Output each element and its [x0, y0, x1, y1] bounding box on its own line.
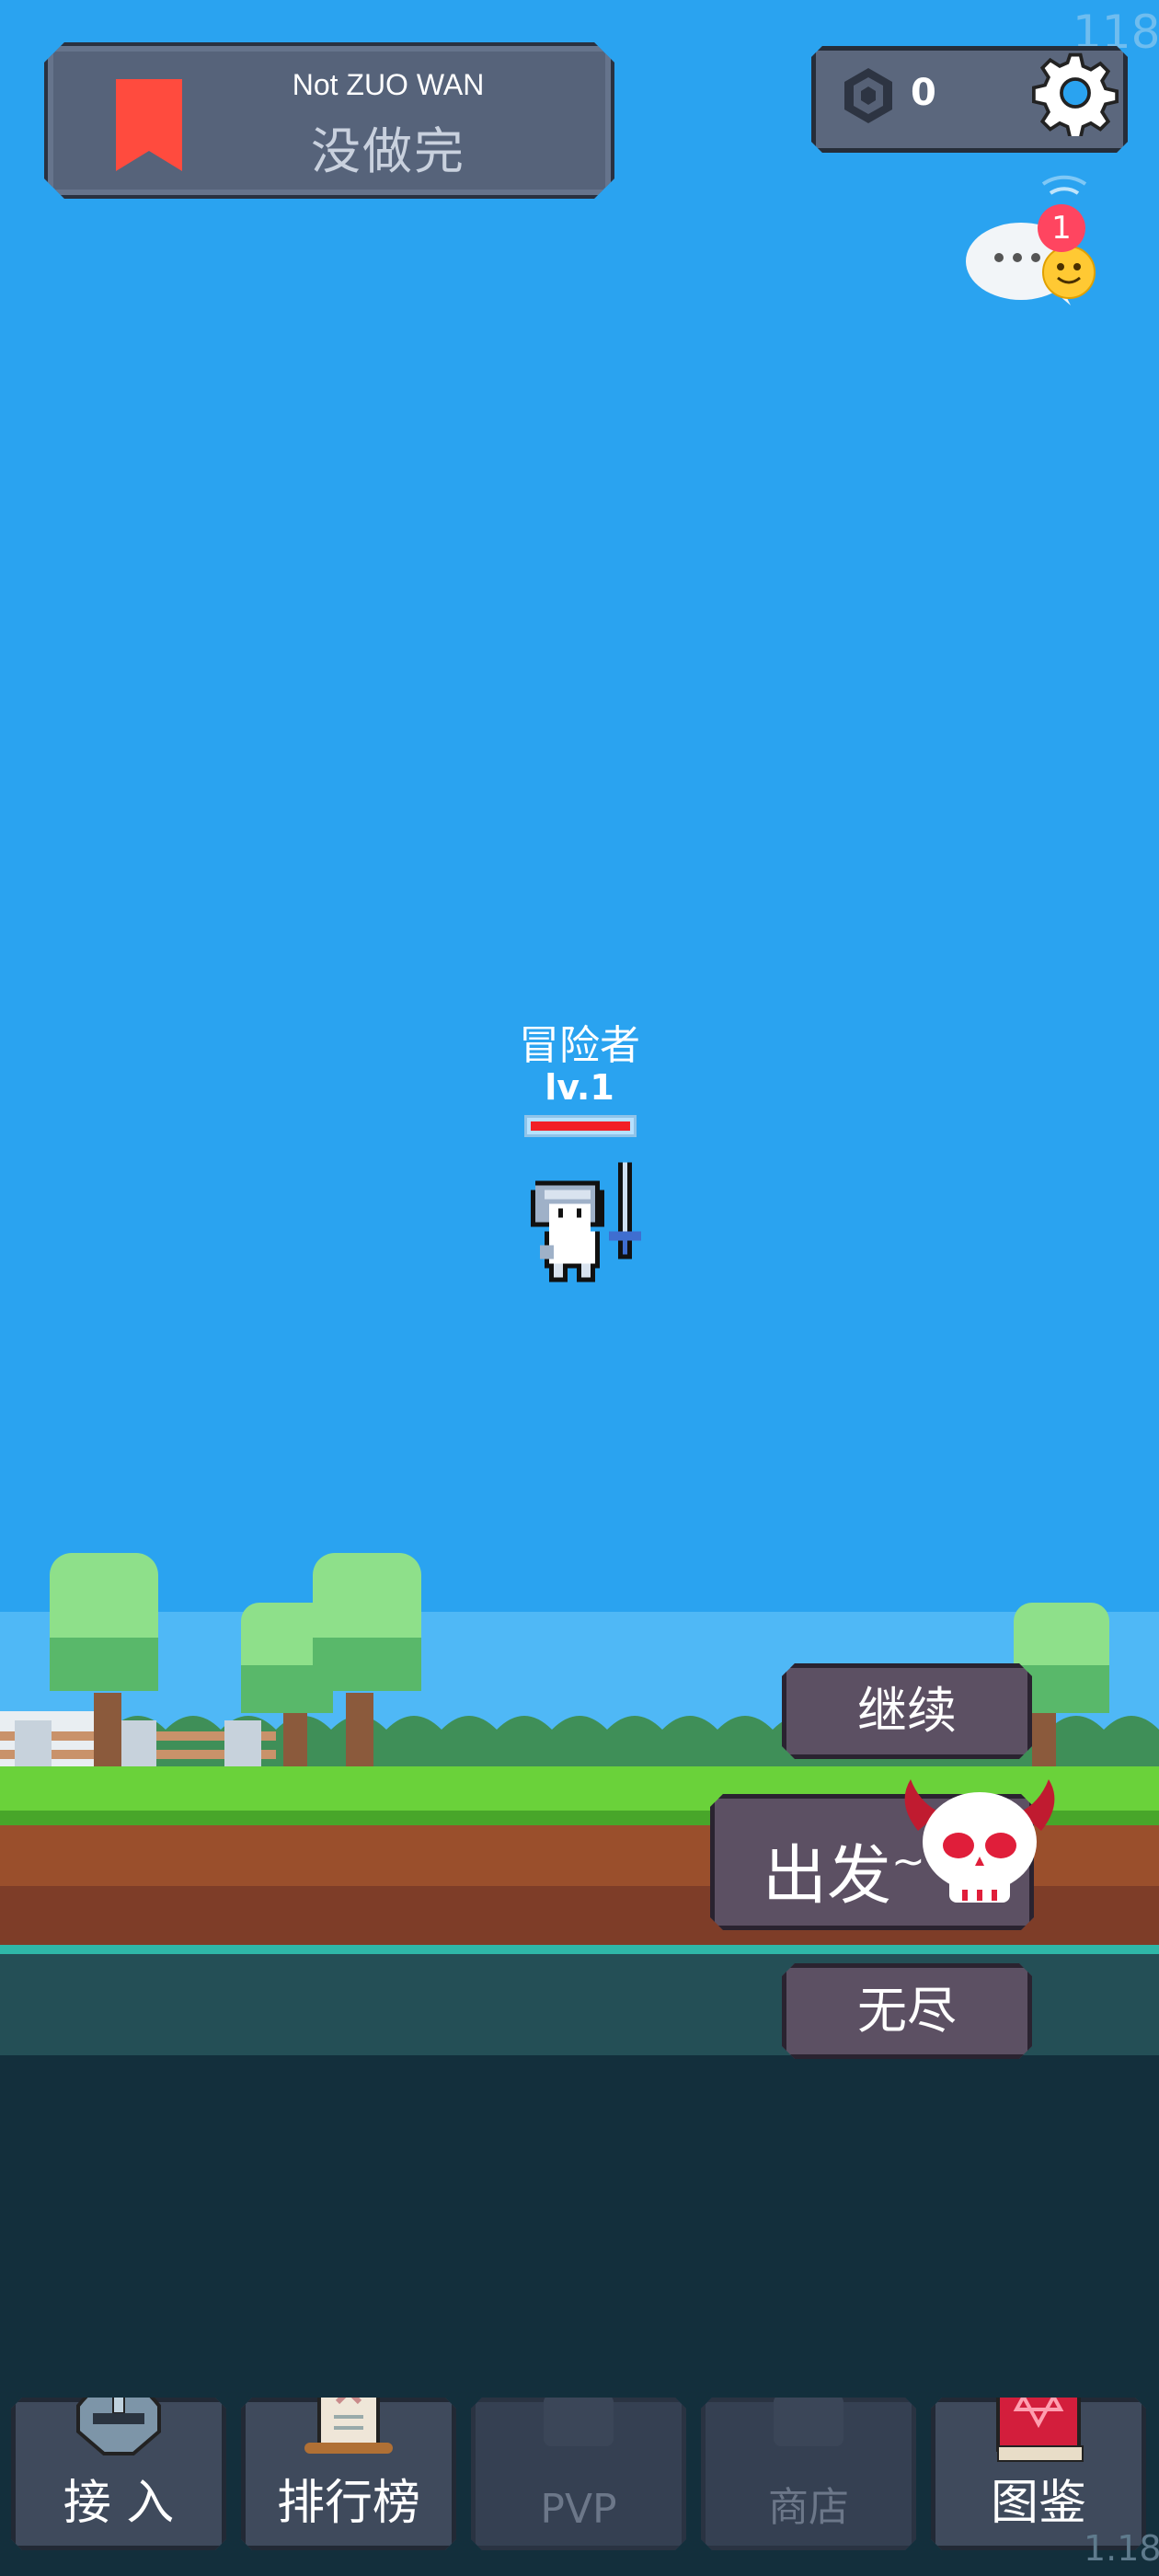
bookmark-icon: [116, 79, 182, 171]
title-banner: Not ZUO WAN 没做完: [44, 42, 614, 199]
depart-label: 出发: [763, 1837, 891, 1914]
tab-leaderboard[interactable]: 排行榜: [241, 2398, 456, 2550]
tab-label: PVP: [540, 2486, 617, 2533]
hero-hp-bar: [524, 1115, 637, 1137]
endless-button[interactable]: 无尽: [782, 1963, 1032, 2059]
banner-subtitle: Not ZUO WAN: [292, 68, 485, 101]
tab-label: 接 入: [63, 2476, 175, 2531]
chat-notification-badge: 1: [1038, 204, 1085, 252]
gem-icon: [844, 68, 892, 123]
hero-name: 冒险者: [519, 1022, 640, 1069]
knight-sprite[interactable]: [526, 1157, 655, 1292]
skull-icon: [904, 1779, 1055, 1903]
banner-title: 没做完: [311, 122, 465, 180]
currency-value: 0: [911, 72, 936, 114]
tab-label: 图鉴: [990, 2476, 1086, 2531]
tab-pvp[interactable]: PVP: [471, 2398, 686, 2550]
settings-gear-icon[interactable]: [1032, 50, 1119, 136]
tab-join[interactable]: 接 入: [11, 2398, 226, 2550]
continue-button[interactable]: 继续: [782, 1663, 1032, 1759]
hero-hp-fill: [531, 1121, 630, 1131]
version-label: 1.18: [1084, 2528, 1159, 2569]
tab-label: 排行榜: [276, 2476, 420, 2531]
tab-label: 商店: [768, 2484, 849, 2531]
tab-shop[interactable]: 商店: [701, 2398, 916, 2550]
hero-level: lv.1: [545, 1067, 614, 1108]
